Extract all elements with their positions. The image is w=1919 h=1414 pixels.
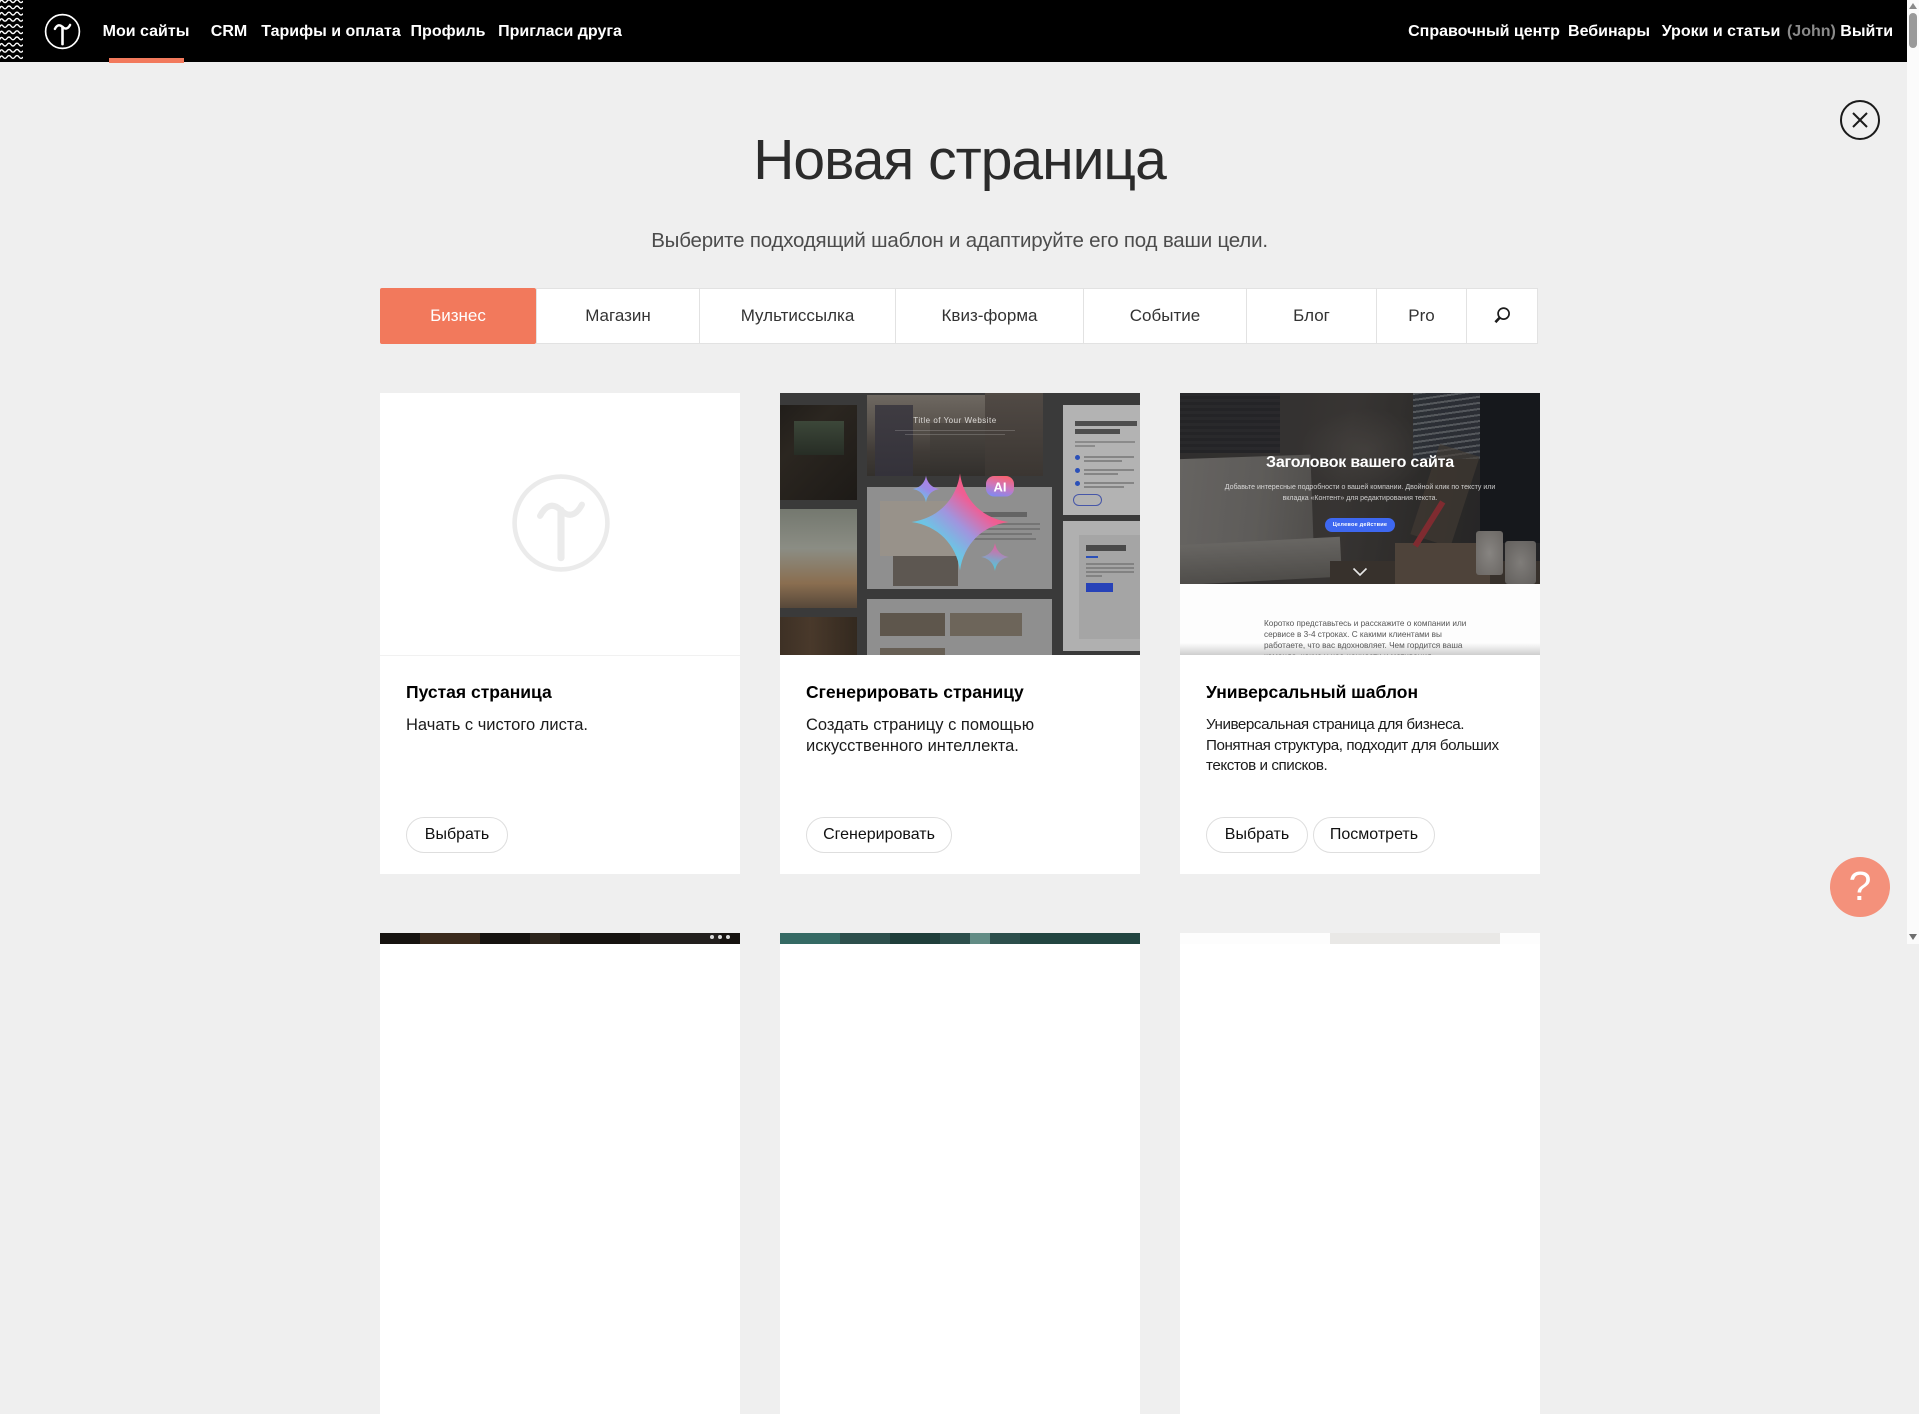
svg-text:AI: AI [994,480,1007,495]
